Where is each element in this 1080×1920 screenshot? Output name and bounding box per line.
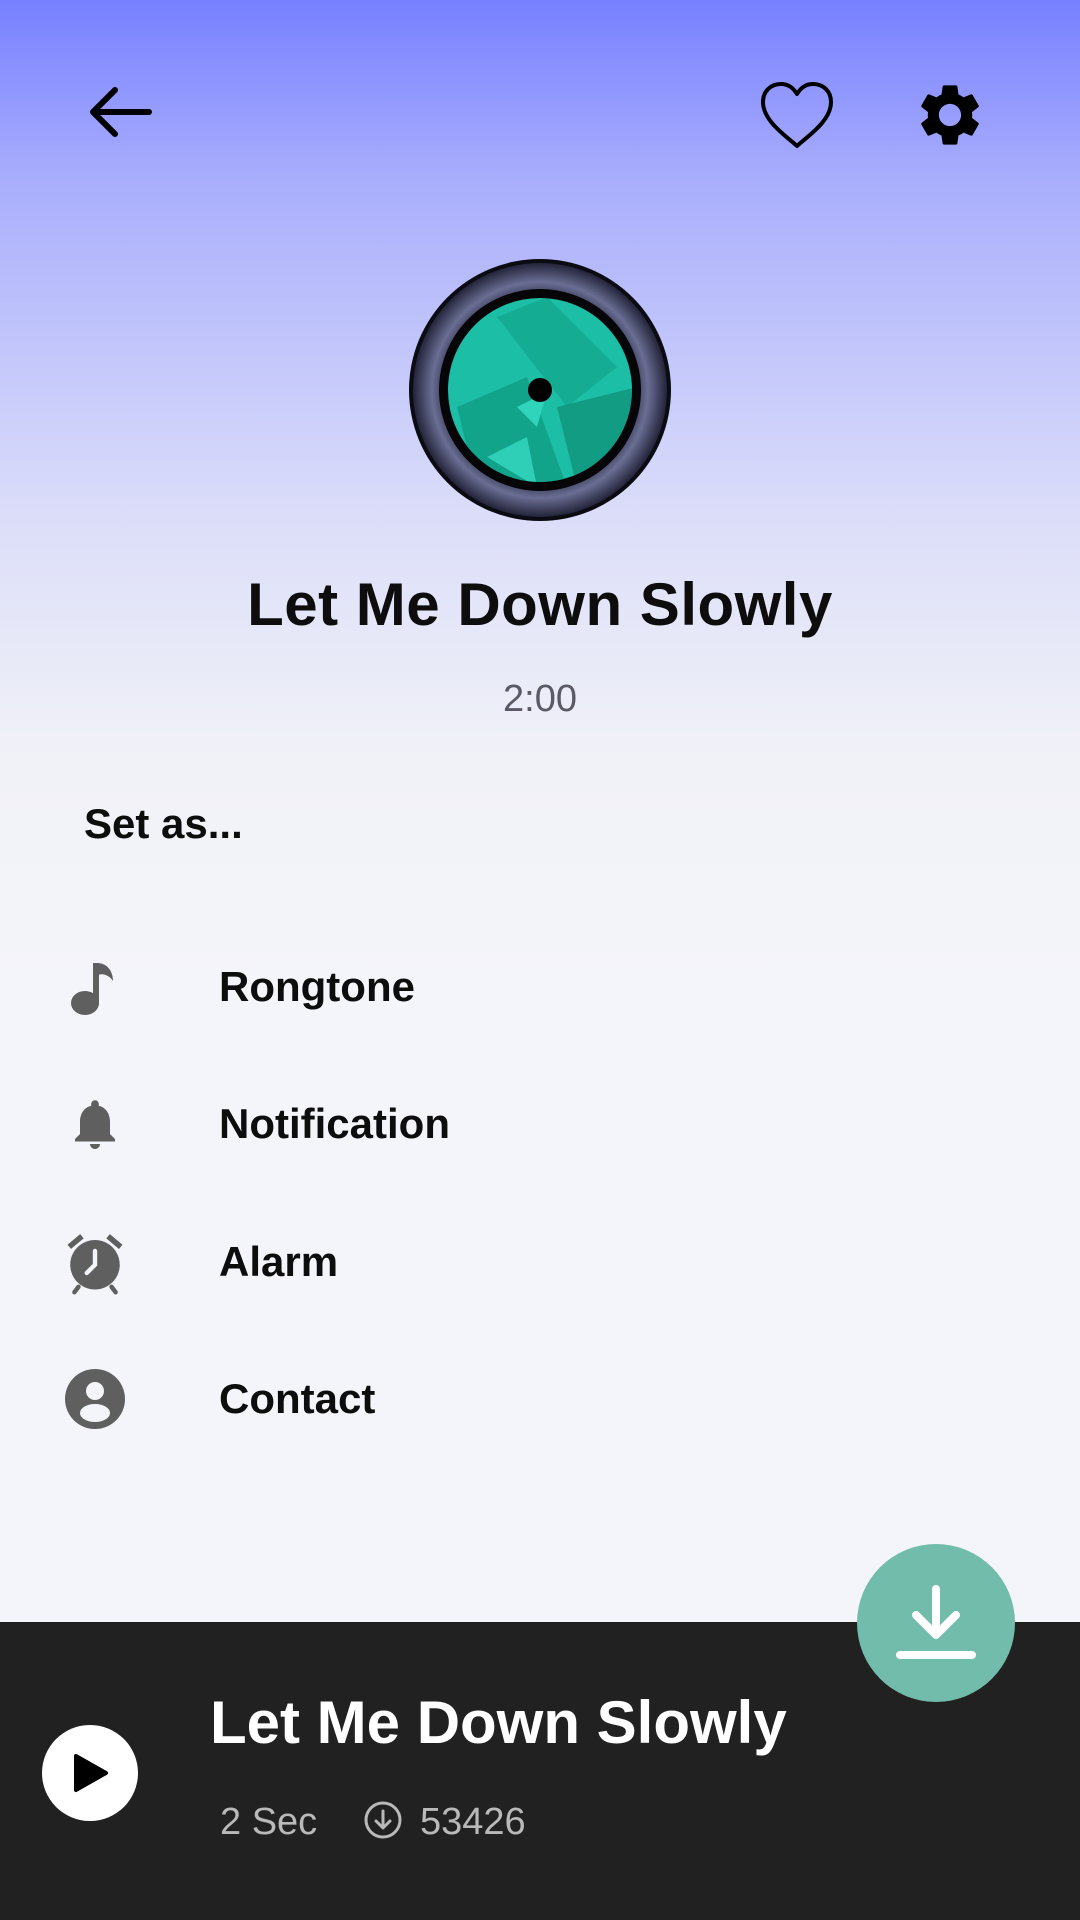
- account-circle-icon: [47, 1351, 143, 1447]
- music-note-icon: [47, 939, 143, 1035]
- settings-button[interactable]: [905, 70, 995, 160]
- player-song-title: Let Me Down Slowly: [210, 1689, 787, 1756]
- gear-icon: [921, 85, 979, 145]
- set-as-heading: Set as...: [84, 800, 243, 847]
- play-icon: [74, 1754, 108, 1792]
- play-button[interactable]: [42, 1725, 138, 1821]
- player-length: 2 Sec: [220, 1801, 318, 1843]
- heart-outline-icon: [761, 82, 833, 148]
- set-as-notification[interactable]: Notification: [0, 1064, 1080, 1184]
- album-artwork: [407, 257, 673, 523]
- option-label: Contact: [219, 1375, 376, 1422]
- set-as-ringtone[interactable]: Rongtone: [0, 927, 1080, 1047]
- song-title: Let Me Down Slowly: [247, 571, 833, 638]
- option-label: Alarm: [219, 1238, 339, 1285]
- download-icon: [896, 1585, 976, 1659]
- arrow-left-icon: [90, 87, 152, 137]
- option-label: Notification: [219, 1100, 450, 1147]
- download-circle-icon: [363, 1800, 403, 1840]
- set-as-alarm[interactable]: Alarm: [0, 1202, 1080, 1322]
- download-button[interactable]: [857, 1544, 1015, 1702]
- back-button[interactable]: [72, 70, 170, 154]
- song-duration: 2:00: [503, 678, 577, 720]
- bell-icon: [47, 1076, 143, 1172]
- option-label: Rongtone: [219, 963, 415, 1010]
- vinyl-disc-icon: [409, 259, 671, 521]
- player-download-count: 53426: [420, 1801, 526, 1843]
- alarm-clock-icon: [47, 1214, 143, 1310]
- favorite-button[interactable]: [752, 70, 842, 160]
- set-as-contact[interactable]: Contact: [0, 1339, 1080, 1459]
